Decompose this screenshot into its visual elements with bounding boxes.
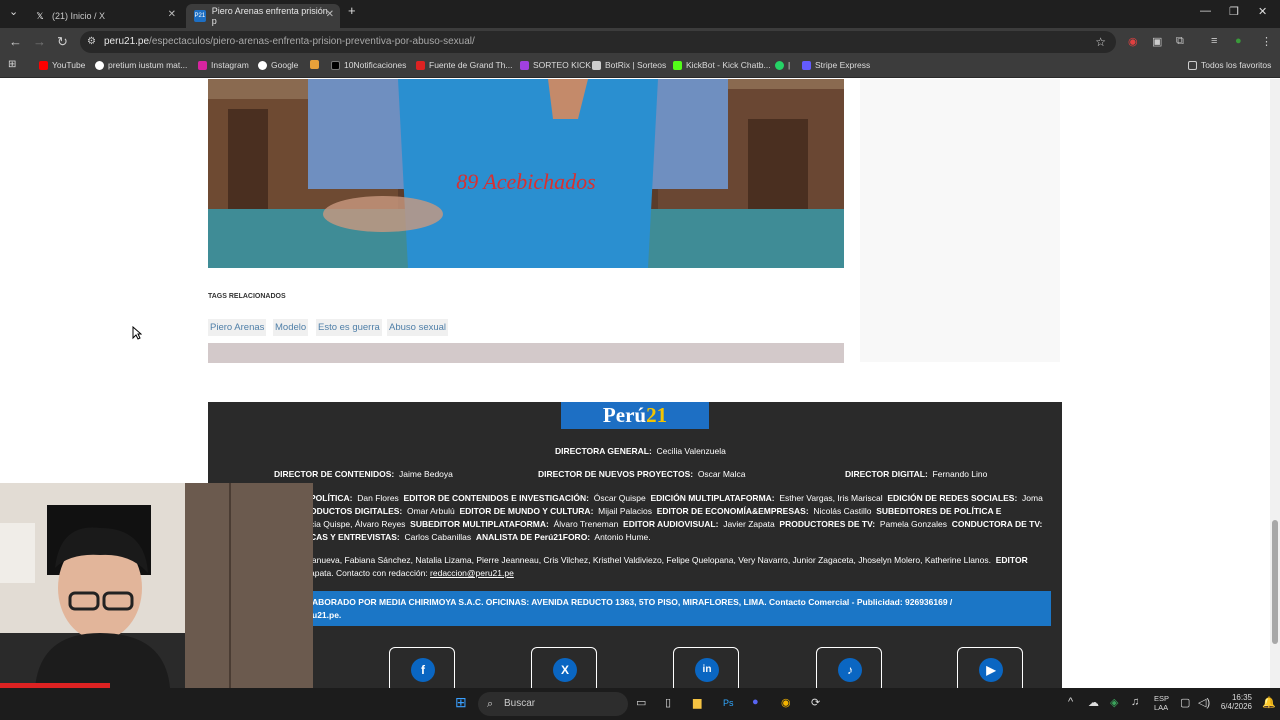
bookmark-fuente-gta[interactable]: Fuente de Grand Th... <box>416 60 512 70</box>
tab-peru21[interactable]: P21 Piero Arenas enfrenta prisión p ✕ <box>186 4 340 28</box>
tray-icon[interactable]: ☁ <box>1088 696 1099 709</box>
credits-line-3: cia Quispe, Álvaro Reyes SUBEDITOR MULTI… <box>310 519 1043 529</box>
bookmark-youtube[interactable]: YouTube <box>39 60 85 70</box>
tag-abuso-sexual[interactable]: Abuso sexual <box>387 319 449 336</box>
bookmark-kickbot[interactable]: KickBot - Kick Chatb... <box>673 60 771 70</box>
credit-contenidos: DIRECTOR DE CONTENIDOS: Jaime Bedoya <box>274 469 453 479</box>
tab-inicio-x[interactable]: 𝕏 (21) Inicio / X ✕ <box>26 4 182 28</box>
restaurant-photo: 89 Acebichados <box>208 79 844 268</box>
webcam-video <box>0 483 313 688</box>
close-tab-icon[interactable]: ✕ <box>168 9 176 20</box>
taskbar-search[interactable]: ⌕ Buscar <box>478 692 628 716</box>
company-info-bar: ABORADO POR MEDIA CHIRIMOYA S.A.C. OFICI… <box>306 591 1051 626</box>
bookmark-sorteo-kick[interactable]: SORTEO KICK <box>520 60 591 70</box>
microphone-icon[interactable]: ♫ <box>1131 696 1139 708</box>
reload-icon[interactable]: ↻ <box>57 34 68 50</box>
facebook-icon: f <box>411 658 435 682</box>
side-ad-placeholder <box>860 79 1060 362</box>
file-explorer-icon[interactable]: ▆ <box>693 696 701 709</box>
apron-logo-text: 89 Acebichados <box>456 169 596 194</box>
tray-icon[interactable]: ◈ <box>1110 696 1118 709</box>
network-icon[interactable]: ▢ <box>1180 696 1190 709</box>
close-window-icon[interactable]: ✕ <box>1258 5 1267 18</box>
bookmark-instagram[interactable]: Instagram <box>198 60 249 70</box>
linkedin-button[interactable]: in <box>673 647 739 688</box>
contact-email-link[interactable]: redaccion@peru21.pe <box>430 568 514 578</box>
youtube-button[interactable]: ▶ <box>957 647 1023 688</box>
tags-heading: TAGS RELACIONADOS <box>208 293 286 300</box>
language-indicator[interactable]: ESP LAA <box>1154 694 1169 712</box>
profile-avatar[interactable]: ● <box>1235 35 1242 47</box>
site-info-icon[interactable]: ⚙ <box>87 31 96 53</box>
menu-icon[interactable]: ⋮ <box>1261 35 1272 48</box>
scrollbar-thumb[interactable] <box>1272 520 1278 644</box>
credit-digital: DIRECTOR DIGITAL: Fernando Lino <box>845 469 988 479</box>
windows-taskbar: ⊞ ⌕ Buscar ▭ ▯ ▆ Ps ● ◉ ⟳ ^ ☁ ◈ ♫ ESP LAA… <box>0 688 1280 720</box>
bookmark-icon-only[interactable] <box>310 60 323 69</box>
linkedin-icon: in <box>695 658 719 682</box>
tab-search-icon[interactable]: ⌄ <box>9 5 18 18</box>
new-tab-button[interactable]: + <box>348 3 356 18</box>
chrome-icon[interactable]: ◉ <box>781 696 791 709</box>
restore-icon[interactable]: ❐ <box>1229 5 1239 18</box>
app-icon[interactable]: ▯ <box>665 696 671 709</box>
close-tab-icon[interactable]: ✕ <box>326 9 334 20</box>
forward-icon[interactable]: → <box>33 34 46 49</box>
article-image: 89 Acebichados <box>208 79 844 268</box>
url-bar[interactable]: ⚙ peru21.pe/espectaculos/piero-arenas-en… <box>80 31 1116 53</box>
bookmark-star-icon[interactable]: ☆ <box>1095 31 1106 53</box>
contact-line: apata. Contacto con redacción: redaccion… <box>310 568 514 578</box>
bookmark-whatsapp[interactable]: | <box>775 60 790 70</box>
tiktok-icon: ♪ <box>838 658 862 682</box>
site-footer: Perú21 DIRECTORA GENERAL: Cecilia Valenz… <box>208 402 1062 688</box>
address-toolbar: ← → ↻ ⚙ peru21.pe/espectaculos/piero-are… <box>0 28 1280 56</box>
bookmark-botrix[interactable]: BotRix | Sorteos <box>592 60 666 70</box>
tag-piero-arenas[interactable]: Piero Arenas <box>208 319 267 336</box>
tag-esto-es-guerra[interactable]: Esto es guerra <box>316 319 382 336</box>
extension-icon[interactable]: ▣ <box>1152 35 1162 48</box>
extensions-puzzle-icon[interactable]: ⧉ <box>1176 35 1184 48</box>
bookmark-stripe[interactable]: Stripe Express <box>802 60 870 70</box>
photoshop-icon[interactable]: Ps <box>723 698 734 708</box>
extension-icon[interactable]: ◉ <box>1128 35 1138 48</box>
credits-line-4: CAS Y ENTREVISTAS: Carlos Cabanillas ANA… <box>310 532 651 542</box>
ad-banner-placeholder <box>208 343 844 363</box>
x-icon: X <box>553 658 577 682</box>
minimize-icon[interactable]: — <box>1200 5 1211 17</box>
tab-bar: ⌄ 𝕏 (21) Inicio / X ✕ P21 Piero Arenas e… <box>0 0 1280 28</box>
peru21-logo[interactable]: Perú21 <box>561 402 709 429</box>
x-button[interactable]: X <box>531 647 597 688</box>
app-icon[interactable]: ⟳ <box>811 696 820 709</box>
discord-icon[interactable]: ● <box>752 696 759 708</box>
tag-modelo[interactable]: Modelo <box>273 319 309 336</box>
volume-icon[interactable]: ◁) <box>1198 696 1210 709</box>
bookmark-pretium[interactable]: pretium iustum mat... <box>95 60 187 70</box>
media-icon[interactable]: ≡ <box>1211 35 1217 47</box>
facebook-button[interactable]: f <box>389 647 455 688</box>
all-bookmarks-folder[interactable]: Todos los favoritos <box>1188 60 1271 70</box>
tiktok-button[interactable]: ♪ <box>816 647 882 688</box>
task-view-icon[interactable]: ▭ <box>636 696 646 709</box>
credit-nuevos-proyectos: DIRECTOR DE NUEVOS PROYECTOS: Oscar Malc… <box>538 469 746 479</box>
x-icon: 𝕏 <box>36 10 44 21</box>
credits-line-2: ODUCTOS DIGITALES: Omar Arbulú EDITOR DE… <box>310 506 1002 516</box>
staff-list: lanueva, Fabiana Sánchez, Natalia Lizama… <box>310 555 1028 565</box>
peru21-icon: P21 <box>194 10 206 22</box>
webcam-overlay <box>0 483 313 688</box>
mouse-cursor-icon <box>132 326 142 340</box>
notifications-icon[interactable]: 🔔 <box>1262 696 1276 709</box>
youtube-icon: ▶ <box>979 658 1003 682</box>
credit-directora: DIRECTORA GENERAL: Cecilia Valenzuela <box>555 446 726 456</box>
credits-line-1: POLÍTICA: Dan Flores EDITOR DE CONTENIDO… <box>310 493 1043 503</box>
apps-icon[interactable]: ⊞ <box>8 59 16 70</box>
clock[interactable]: 16:35 6/4/2026 <box>1218 693 1252 711</box>
bookmarks-bar: ⊞ YouTube pretium iustum mat... Instagra… <box>0 56 1280 78</box>
back-icon[interactable]: ← <box>9 34 22 49</box>
search-icon: ⌕ <box>487 698 494 710</box>
bookmark-google[interactable]: Google <box>258 60 298 70</box>
windows-start-icon[interactable]: ⊞ <box>455 694 467 711</box>
bookmark-10notificaciones[interactable]: 10Notificaciones <box>331 60 406 70</box>
tray-expand-icon[interactable]: ^ <box>1068 696 1073 708</box>
